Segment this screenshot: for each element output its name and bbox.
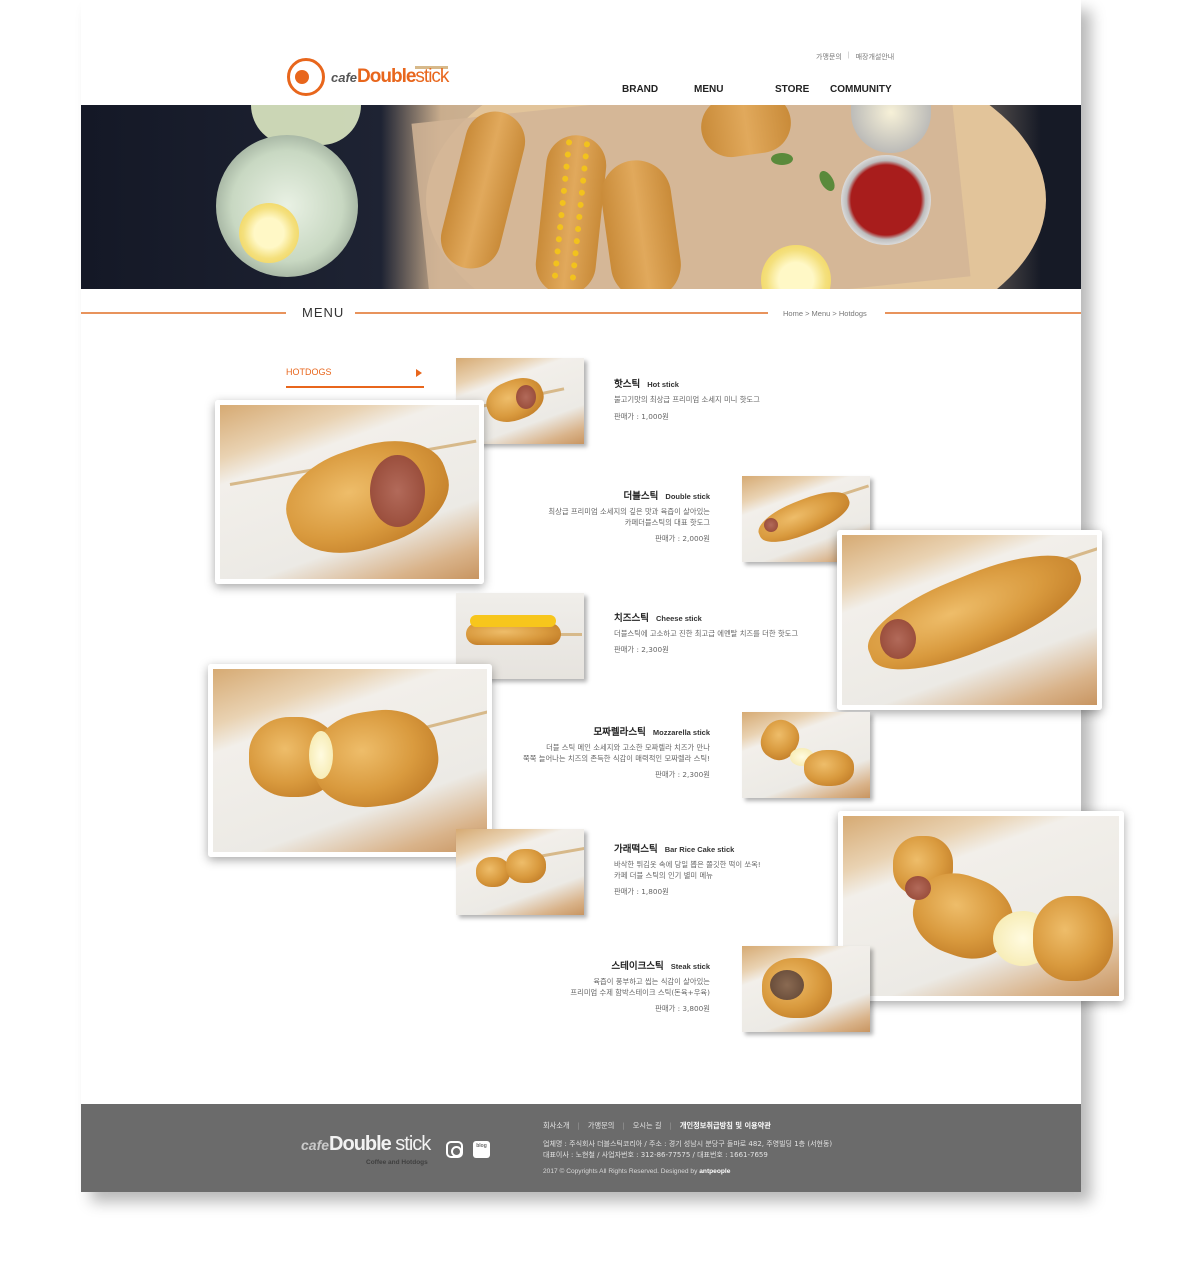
utility-links: 가맹문의 | 매장개설안내	[816, 52, 894, 62]
product-desc-hot-stick: 불고기맛의 최상급 프리미엄 소세지 미니 핫도그	[614, 394, 760, 405]
nav-store[interactable]: STORE	[775, 84, 830, 95]
footer-logo-double: Double	[329, 1133, 392, 1155]
nav-community[interactable]: COMMUNITY	[830, 84, 892, 95]
footer-logo[interactable]: cafeDouble stick	[301, 1133, 431, 1156]
blog-icon-label: blog	[476, 1143, 487, 1149]
product-photo-mozzarella-stick	[208, 664, 492, 857]
product-thumb-mozzarella-stick[interactable]	[742, 712, 870, 798]
logo-stick: stick	[415, 66, 449, 87]
main-nav: BRAND MENU STORE COMMUNITY	[622, 84, 892, 95]
product-name-mozzarella-stick: 모짜렐라스틱 Mozzarella stick	[593, 724, 710, 738]
desc-line: 쭉쭉 늘어나는 치즈의 존득한 식감이 매력적인 모짜렐라 스틱!	[523, 754, 710, 763]
util-link-franchise[interactable]: 가맹문의	[816, 52, 842, 62]
footer-link-divider: |	[669, 1121, 672, 1130]
product-desc-mozzarella-stick: 더블 스틱 메인 소세지와 고소한 모짜렐라 치즈가 만나 쭉쭉 늘어나는 치즈…	[523, 742, 710, 764]
hero-banner	[81, 105, 1081, 289]
desc-line: 카페더블스틱의 대표 핫도그	[624, 518, 710, 527]
desc-line: 바삭한 튀김옷 속에 당일 뽑은 쫄깃한 떡이 쏘옥!	[614, 860, 761, 869]
product-name-en: Hot stick	[647, 380, 679, 389]
desc-line: 더블스틱에 고소하고 진한 최고급 에멘탈 치즈를 더한 핫도그	[614, 629, 799, 638]
footer-links: 회사소개 | 가맹문의 | 오시는 길 | 개인정보취급방침 및 이용약관	[543, 1121, 771, 1131]
product-photo-hot-stick	[215, 400, 484, 584]
footer-company-info: 업체명 : 주식회사 더블스틱코리아 / 주소 : 경기 성남시 분당구 돌마로…	[543, 1140, 833, 1148]
product-name-en: Mozzarella stick	[652, 728, 710, 737]
designer-credit[interactable]: antpeople	[699, 1168, 730, 1175]
section-divider-left	[81, 312, 286, 314]
footer-logo-cafe: cafe	[301, 1137, 330, 1153]
footer-logo-stick: stick	[395, 1133, 431, 1155]
nav-brand[interactable]: BRAND	[622, 84, 694, 95]
product-desc-steak-stick: 육즙이 풍부하고 씹는 식감이 살아있는 프리미엄 수제 함박스테이크 스틱(돈…	[570, 976, 710, 998]
product-thumb-steak-stick[interactable]	[742, 946, 870, 1032]
product-name-cheese-stick: 치즈스틱 Cheese stick	[614, 610, 702, 624]
product-name-en: Bar Rice Cake stick	[664, 845, 735, 854]
product-name-en: Double stick	[665, 492, 710, 501]
product-price-steak-stick: 판매가 : 3,800원	[655, 1004, 710, 1013]
product-price-mozzarella-stick: 판매가 : 2,300원	[655, 770, 710, 779]
product-price-double-stick: 판매가 : 2,000원	[655, 534, 710, 543]
section-divider-middle	[355, 312, 768, 314]
brand-logo[interactable]: cafeDouble stick	[287, 58, 449, 96]
product-name-ko: 모짜렐라스틱	[593, 727, 646, 738]
triangle-right-icon	[416, 369, 422, 377]
blog-icon[interactable]: blog	[473, 1141, 490, 1158]
product-price-rice-cake-stick: 판매가 : 1,800원	[614, 887, 669, 896]
section-title: MENU	[302, 305, 345, 320]
product-name-double-stick: 더블스틱 Double stick	[623, 488, 710, 502]
section-divider-right	[885, 312, 1081, 314]
product-name-steak-stick: 스테이크스틱 Steak stick	[611, 958, 710, 972]
product-desc-double-stick: 최상급 프리미엄 소세지의 깊은 맛과 육즙이 살아있는 카페더블스틱의 대표 …	[548, 506, 710, 528]
desc-line: 육즙이 풍부하고 씹는 식감이 살아있는	[593, 977, 710, 986]
nav-menu[interactable]: MENU	[694, 84, 775, 95]
product-name-en: Cheese stick	[655, 614, 702, 623]
product-photo-double-stick	[837, 530, 1102, 710]
product-name-ko: 스테이크스틱	[611, 961, 664, 972]
product-price-hot-stick: 판매가 : 1,000원	[614, 412, 669, 421]
desc-line: 프리미엄 수제 함박스테이크 스틱(돈육+우육)	[570, 988, 710, 997]
product-name-ko: 가래떡스틱	[614, 844, 658, 855]
breadcrumb: Home > Menu > Hotdogs	[783, 309, 867, 318]
product-name-hot-stick: 핫스틱 Hot stick	[614, 376, 679, 390]
product-name-ko: 치즈스틱	[614, 613, 649, 624]
logo-cafe: cafe	[331, 70, 358, 85]
copyright-text: 2017 © Copyrights All Rights Reserved. D…	[543, 1168, 698, 1175]
product-thumb-rice-cake-stick[interactable]	[456, 829, 584, 915]
logo-double: Double	[357, 66, 416, 87]
footer-logo-sub: Coffee and Hotdogs	[366, 1159, 428, 1166]
product-name-ko: 더블스틱	[623, 491, 659, 502]
footer-contact-info: 대표이사 : 노현철 / 사업자번호 : 312-86-77575 / 대표번호…	[543, 1151, 768, 1159]
steak-filling	[770, 970, 804, 1000]
util-link-store-open[interactable]: 매장개설안내	[856, 52, 895, 62]
footer-link-divider: |	[622, 1121, 625, 1130]
product-name-rice-cake-stick: 가래떡스틱 Bar Rice Cake stick	[614, 841, 734, 855]
cheese-topping	[470, 615, 556, 627]
logo-badge-icon	[287, 58, 325, 96]
desc-line: 불고기맛의 최상급 프리미엄 소세지 미니 핫도그	[614, 395, 760, 404]
footer-link-privacy[interactable]: 개인정보취급방침 및 이용약관	[680, 1121, 771, 1131]
side-menu-label: HOTDOGS	[286, 367, 332, 377]
footer-link-company[interactable]: 회사소개	[543, 1121, 569, 1131]
desc-line: 더블 스틱 메인 소세지와 고소한 모짜렐라 치즈가 만나	[546, 743, 710, 752]
product-name-ko: 핫스틱	[614, 379, 641, 390]
product-desc-cheese-stick: 더블스틱에 고소하고 진한 최고급 에멘탈 치즈를 더한 핫도그	[614, 628, 798, 639]
footer-link-location[interactable]: 오시는 길	[633, 1121, 662, 1131]
desc-line: 최상급 프리미엄 소세지의 깊은 맛과 육즙이 살아있는	[548, 507, 710, 516]
desc-line: 카페 더블 스틱의 인기 별미 메뉴	[614, 871, 713, 880]
side-menu-hotdogs[interactable]: HOTDOGS	[286, 367, 424, 388]
product-price-cheese-stick: 판매가 : 2,300원	[614, 645, 669, 654]
product-photo-mozzarella-detail	[838, 811, 1124, 1001]
footer-link-franchise[interactable]: 가맹문의	[588, 1121, 614, 1131]
footer-link-divider: |	[577, 1121, 580, 1130]
product-name-en: Steak stick	[670, 962, 710, 971]
footer-copyright: 2017 © Copyrights All Rights Reserved. D…	[543, 1168, 730, 1175]
product-desc-rice-cake-stick: 바삭한 튀김옷 속에 당일 뽑은 쫄깃한 떡이 쏘옥! 카페 더블 스틱의 인기…	[614, 859, 761, 881]
instagram-icon[interactable]	[446, 1141, 463, 1158]
util-divider: |	[847, 52, 850, 59]
